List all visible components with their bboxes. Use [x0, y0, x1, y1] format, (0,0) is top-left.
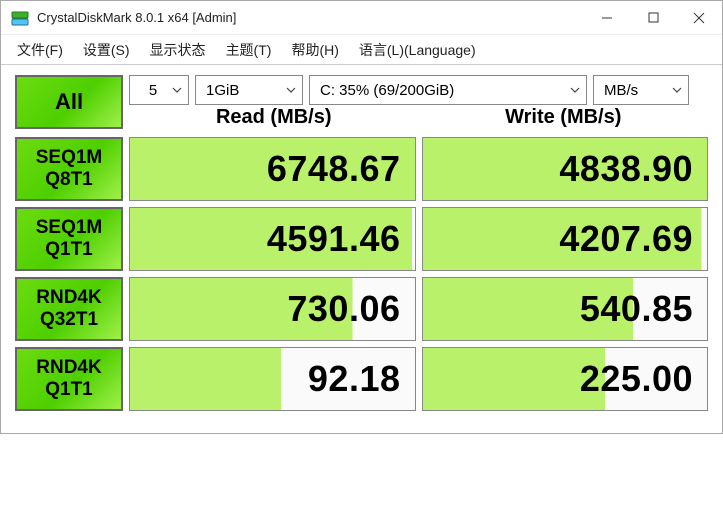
menu-status[interactable]: 显示状态 [140, 36, 216, 64]
test-label-line1: RND4K [36, 287, 101, 309]
read-value-cell: 6748.67 [129, 137, 416, 201]
drive-select[interactable]: C: 35% (69/200GiB) [309, 75, 587, 105]
tests-container: SEQ1MQ8T16748.674838.90SEQ1MQ1T14591.464… [15, 137, 708, 411]
write-value-cell: 4207.69 [422, 207, 709, 271]
read-value-cell: 4591.46 [129, 207, 416, 271]
maximize-button[interactable] [630, 1, 676, 35]
chevron-down-icon [570, 87, 580, 93]
unit-select[interactable]: MB/s [593, 75, 689, 105]
chevron-down-icon [286, 87, 296, 93]
test-label-line1: SEQ1M [36, 147, 103, 169]
test-row: RND4KQ32T1730.06540.85 [15, 277, 708, 341]
test-row: RND4KQ1T192.18225.00 [15, 347, 708, 411]
write-header: Write (MB/s) [419, 106, 709, 129]
menu-help[interactable]: 帮助(H) [281, 36, 348, 64]
controls-row: All 5 1GiB C: 35% (69/200GiB) [15, 75, 708, 131]
test-button[interactable]: SEQ1MQ1T1 [15, 207, 123, 271]
test-label-line1: RND4K [36, 357, 101, 379]
window-title: CrystalDiskMark 8.0.1 x64 [Admin] [37, 10, 584, 25]
menu-theme[interactable]: 主题(T) [216, 36, 282, 64]
close-button[interactable] [676, 1, 722, 35]
test-label-line1: SEQ1M [36, 217, 103, 239]
drive-value: C: 35% (69/200GiB) [320, 82, 454, 99]
unit-value: MB/s [604, 82, 638, 99]
write-value-cell: 540.85 [422, 277, 709, 341]
write-value-cell: 225.00 [422, 347, 709, 411]
run-all-button[interactable]: All [15, 75, 123, 129]
test-label-line2: Q32T1 [40, 309, 98, 331]
titlebar: CrystalDiskMark 8.0.1 x64 [Admin] [1, 1, 722, 35]
menubar: 文件(F) 设置(S) 显示状态 主题(T) 帮助(H) 语言(L)(Langu… [1, 35, 722, 65]
chevron-down-icon [172, 87, 182, 93]
app-icon [11, 9, 29, 27]
write-value-cell: 4838.90 [422, 137, 709, 201]
menu-file[interactable]: 文件(F) [7, 36, 73, 64]
menu-settings[interactable]: 设置(S) [73, 36, 140, 64]
column-headers: Read (MB/s) Write (MB/s) [129, 105, 708, 129]
test-button[interactable]: RND4KQ32T1 [15, 277, 123, 341]
test-row: SEQ1MQ8T16748.674838.90 [15, 137, 708, 201]
content-area: All 5 1GiB C: 35% (69/200GiB) [1, 65, 722, 433]
window-controls [584, 1, 722, 35]
menu-language[interactable]: 语言(L)(Language) [349, 36, 486, 64]
size-select[interactable]: 1GiB [195, 75, 303, 105]
minimize-button[interactable] [584, 1, 630, 35]
test-button[interactable]: RND4KQ1T1 [15, 347, 123, 411]
run-all-label: All [55, 89, 83, 115]
status-strip [15, 411, 708, 419]
app-window: CrystalDiskMark 8.0.1 x64 [Admin] 文件(F) … [0, 0, 723, 434]
test-row: SEQ1MQ1T14591.464207.69 [15, 207, 708, 271]
size-value: 1GiB [206, 82, 239, 99]
read-value-cell: 730.06 [129, 277, 416, 341]
read-value-cell: 92.18 [129, 347, 416, 411]
test-label-line2: Q1T1 [45, 239, 93, 261]
test-button[interactable]: SEQ1MQ8T1 [15, 137, 123, 201]
chevron-down-icon [672, 87, 682, 93]
runs-value: 5 [149, 82, 157, 99]
read-header: Read (MB/s) [129, 106, 419, 129]
test-label-line2: Q8T1 [45, 169, 93, 191]
runs-select[interactable]: 5 [129, 75, 189, 105]
test-label-line2: Q1T1 [45, 379, 93, 401]
